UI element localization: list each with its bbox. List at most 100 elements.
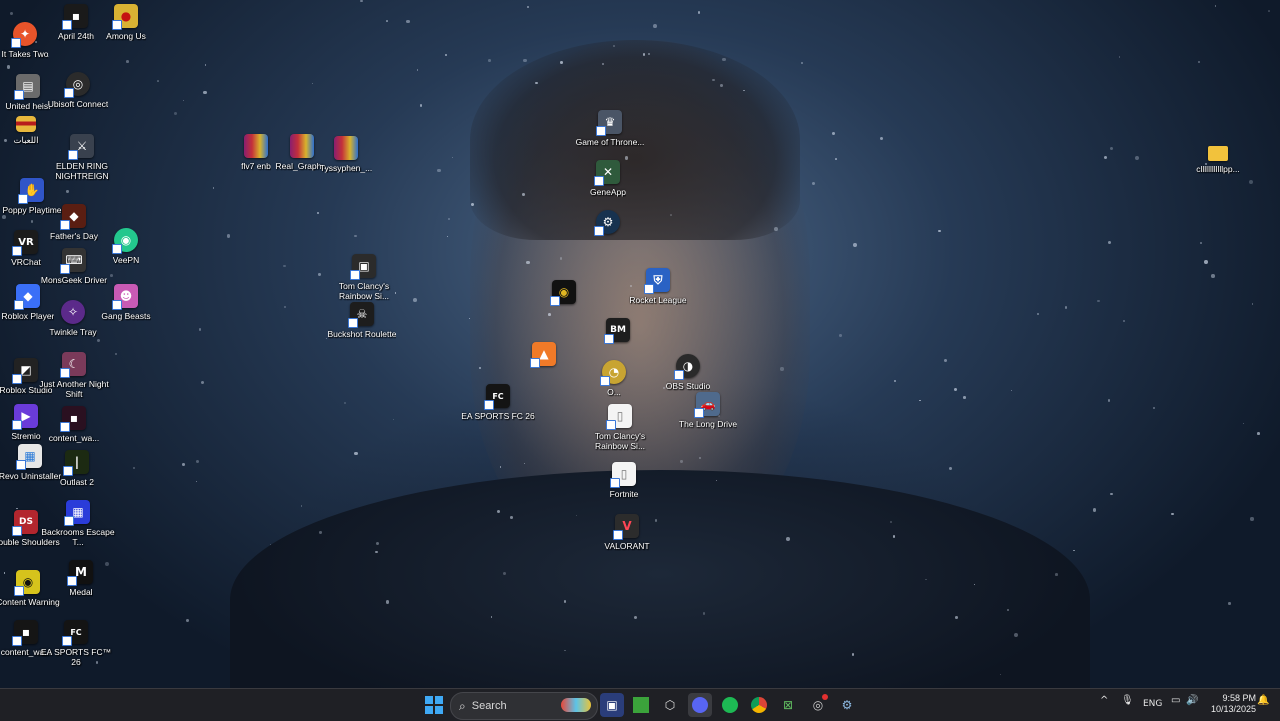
desktop-icon-the-long-drive[interactable]: 🚗 The Long Drive <box>670 392 746 429</box>
desktop-icon-monsgeek[interactable]: ⌨ MonsGeek Driver <box>36 248 112 285</box>
taskbar-steam-button[interactable]: ⚙ <box>835 693 859 717</box>
steam-icon: ⚙ <box>841 698 853 712</box>
snow-fleck <box>560 60 563 64</box>
desktop-icon-just-another-night-shift[interactable]: ☾ Just Another Night Shift <box>36 352 112 399</box>
taskbar-discord-button[interactable] <box>688 693 712 717</box>
snow-fleck <box>613 45 616 47</box>
desktop-icon-label: EA SPORTS FC™ 26 <box>40 647 112 667</box>
taskbar-epic-button[interactable]: ⬡ <box>658 693 682 717</box>
start-button[interactable] <box>422 693 446 717</box>
snow-fleck <box>720 84 723 87</box>
xbox-icon: ⊠ <box>782 698 794 712</box>
desktop-icon-rocket-league[interactable]: ⛨ Rocket League <box>620 268 696 305</box>
snow-fleck <box>800 62 803 65</box>
desktop-icon-overwolf[interactable]: ◔ O... <box>576 360 652 397</box>
taskbar-search-box[interactable]: ⌕ Search <box>450 692 598 720</box>
taskbar-spotify-button[interactable] <box>718 693 742 717</box>
snow-fleck <box>1109 147 1113 151</box>
desktop-icon-tyssyphen[interactable]: Tyssyphen_... <box>308 136 384 173</box>
desktop-icon-ubisoft-connect[interactable]: ◎ Ubisoft Connect <box>40 72 116 109</box>
tray-overflow-chevron-icon[interactable]: ^ <box>1100 695 1108 706</box>
desktop-icon-folder-right[interactable]: cllllllllllllpp... <box>1180 146 1256 174</box>
april-24th-icon: ▪ <box>62 4 88 30</box>
file-icon: ▯ <box>610 462 636 488</box>
desktop-icon-ea-sports-fc-left[interactable]: FC EA SPORTS FC™ 26 <box>38 620 114 667</box>
desktop-icon-label: Content Warning <box>0 597 60 607</box>
clock[interactable]: 9:58 PM 10/13/2025 <box>1206 693 1256 715</box>
desktop-icon-outlast-2[interactable]: | Outlast 2 <box>39 450 115 487</box>
taskbar-minecraft-button[interactable] <box>629 693 653 717</box>
snow-fleck <box>9 12 13 16</box>
snow-fleck <box>892 535 896 538</box>
snow-fleck <box>1010 389 1013 392</box>
folder-icon <box>16 116 36 132</box>
desktop-icon-fortnite[interactable]: ▯ Fortnite <box>586 462 662 499</box>
snow-fleck <box>702 612 706 615</box>
snow-fleck <box>618 311 620 313</box>
desktop-icon-among-us[interactable]: ● Among Us <box>88 4 164 41</box>
roblox-studio-icon: ◩ <box>12 358 38 384</box>
taskbar-task-view-button[interactable]: ▣ <box>600 693 624 717</box>
snow-fleck <box>653 23 658 28</box>
stremio-icon: ▶ <box>12 404 38 430</box>
snow-fleck <box>1007 609 1009 611</box>
desktop-icon-game-app[interactable]: ✕ GeneApp <box>570 160 646 197</box>
snow-fleck <box>386 20 388 22</box>
desktop-icon-buckshot-roulette[interactable]: ☠ Buckshot Roulette <box>324 302 400 339</box>
snow-fleck <box>853 242 858 247</box>
snow-fleck <box>416 69 419 71</box>
network-icon[interactable]: ▭ <box>1171 695 1180 706</box>
desktop-icon-valorant[interactable]: V VALORANT <box>589 514 665 551</box>
windows-logo-icon <box>425 696 443 714</box>
folder-icon <box>1208 146 1228 161</box>
spotify-icon <box>722 697 738 713</box>
desktop-icon-orange[interactable]: ▲ <box>506 342 582 369</box>
clock-time: 9:58 PM <box>1222 693 1256 703</box>
desktop-icon-gang-beasts[interactable]: ☻ Gang Beasts <box>88 284 164 321</box>
microphone-icon[interactable]: 🎙 <box>1121 695 1134 706</box>
snow-fleck <box>157 79 159 82</box>
snow-fleck <box>126 60 130 63</box>
language-indicator[interactable]: ENG <box>1143 699 1162 709</box>
snow-fleck <box>1110 493 1113 496</box>
desktop-icon-game-of-thrones[interactable]: ♛ Game of Throne... <box>572 110 648 147</box>
taskbar-steam-notif-button[interactable]: ◎ <box>806 693 830 717</box>
snow-fleck <box>1104 156 1108 160</box>
snow-fleck <box>712 78 715 81</box>
desktop-icon-bm[interactable]: BM <box>580 318 656 345</box>
united-heist-icon: ▤ <box>14 74 40 100</box>
rar-archive-icon <box>334 136 358 160</box>
desktop-icon-content-wa-1[interactable]: ▪ content_wa... <box>36 406 112 443</box>
snow-fleck <box>114 353 117 356</box>
snow-fleck <box>943 358 948 363</box>
desktop-icon-medal[interactable]: M Medal <box>43 560 119 597</box>
desktop-icon-tom-clancy-1[interactable]: ▣ Tom Clancy's Rainbow Si... <box>326 254 402 301</box>
among-us-icon: ● <box>112 4 138 30</box>
volume-icon[interactable]: 🔊 <box>1186 695 1198 706</box>
snow-fleck <box>1197 60 1201 64</box>
snow-fleck <box>2 214 7 219</box>
snow-fleck <box>680 460 683 463</box>
elden-ring-icon: ⚔ <box>68 134 94 160</box>
snow-fleck <box>1092 508 1097 512</box>
desktop-icon-obs-studio[interactable]: ◑ OBS Studio <box>650 354 726 391</box>
desktop-icon-tom-clancy-2[interactable]: ▯ Tom Clancy's Rainbow Si... <box>582 404 658 451</box>
taskbar: ⌕ Search ▣ ⬡ ⊠ ◎ ⚙ ^ 🎙 ENG ▭ 🔊 9:58 PM 1… <box>0 688 1280 721</box>
notification-bell-icon[interactable]: 🔔 <box>1257 695 1269 706</box>
steam-icon: ⚙ <box>594 210 620 236</box>
outlast-2-icon: | <box>63 450 89 476</box>
desktop-icon-elden-ring[interactable]: ⚔ ELDEN RING NIGHTREIGN <box>44 134 120 181</box>
desktop-icon-ea-sports-fc-center[interactable]: FC EA SPORTS FC 26 <box>460 384 536 421</box>
desktop-icon-backrooms[interactable]: ▦ Backrooms Escape T... <box>40 500 116 547</box>
snow-fleck <box>523 58 527 62</box>
snow-fleck <box>200 381 204 385</box>
search-highlight-icon <box>561 698 591 712</box>
desktop-icon-label: content_wa... <box>48 433 100 443</box>
snow-fleck <box>938 229 941 233</box>
desktop-icon-unknown-yellow[interactable]: ◉ <box>526 280 602 307</box>
taskbar-chrome-button[interactable] <box>747 693 771 717</box>
desktop-icon-steam[interactable]: ⚙ <box>570 210 646 237</box>
snow-fleck <box>412 298 417 302</box>
taskbar-xbox-button[interactable]: ⊠ <box>776 693 800 717</box>
snow-fleck <box>835 158 837 160</box>
